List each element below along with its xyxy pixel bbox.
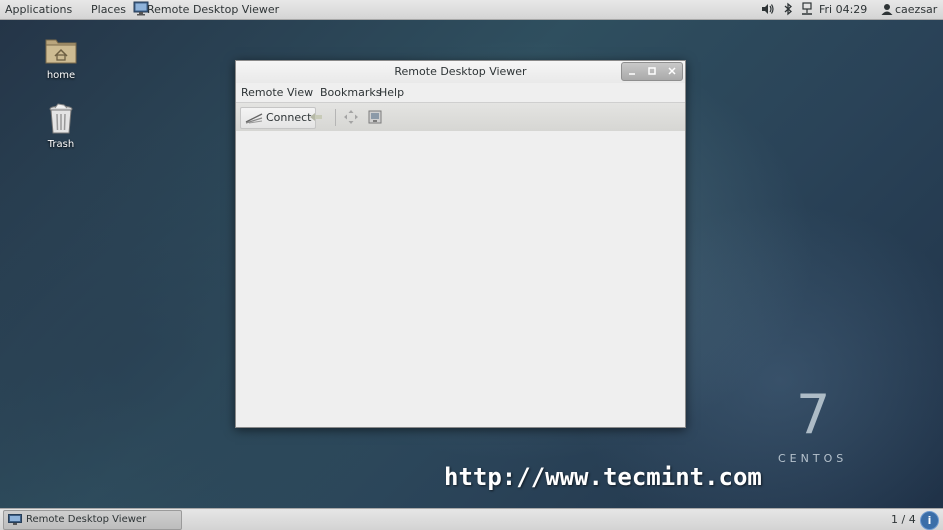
user-icon[interactable] bbox=[880, 2, 894, 16]
user-menu[interactable]: caezsar bbox=[895, 3, 937, 16]
menubar: Remote View Bookmarks Help bbox=[236, 83, 685, 102]
top-panel: Applications Places Remote Desktop Viewe… bbox=[0, 0, 943, 20]
desktop-icon-label: home bbox=[46, 70, 76, 81]
disconnect-icon[interactable] bbox=[308, 109, 324, 125]
workspace-indicator[interactable]: 1 / 4 bbox=[891, 513, 916, 526]
remote-desktop-app-icon bbox=[8, 514, 22, 525]
window-titlebar[interactable]: Remote Desktop Viewer bbox=[236, 61, 685, 83]
close-icon bbox=[668, 67, 676, 75]
minimize-icon bbox=[629, 73, 635, 75]
connect-label: Connect bbox=[266, 111, 312, 124]
menu-bookmarks[interactable]: Bookmarks bbox=[320, 86, 381, 99]
trash-icon bbox=[49, 103, 73, 134]
connect-button[interactable]: Connect bbox=[240, 107, 317, 129]
notification-button[interactable]: i bbox=[920, 511, 939, 530]
window-controls bbox=[621, 62, 683, 81]
desktop-icon-trash[interactable]: Trash bbox=[26, 103, 96, 150]
home-folder-icon bbox=[45, 39, 77, 64]
menu-help[interactable]: Help bbox=[379, 86, 404, 99]
menu-view[interactable]: View bbox=[287, 86, 313, 99]
maximize-button[interactable] bbox=[642, 63, 662, 80]
taskbar-item-label: Remote Desktop Viewer bbox=[26, 514, 147, 525]
desktop-icon-home[interactable]: home bbox=[26, 34, 96, 81]
centos-logo-text: CENTOS bbox=[778, 452, 848, 465]
toolbar-separator bbox=[335, 109, 336, 126]
network-icon[interactable] bbox=[800, 2, 814, 16]
menu-remote[interactable]: Remote bbox=[241, 86, 283, 99]
desktop-icon-label: Trash bbox=[47, 139, 75, 150]
desktop: Applications Places Remote Desktop Viewe… bbox=[0, 0, 943, 530]
connect-icon bbox=[245, 113, 263, 124]
centos-logo-number: 7 bbox=[796, 383, 831, 446]
remote-desktop-viewer-window[interactable]: Remote Desktop Viewer Remote View Bookma… bbox=[235, 60, 686, 428]
viewer-content-area bbox=[236, 131, 685, 427]
window-title: Remote Desktop Viewer bbox=[394, 65, 527, 78]
taskbar-item-remote-desktop-viewer[interactable]: Remote Desktop Viewer bbox=[3, 510, 182, 530]
maximize-icon bbox=[648, 67, 656, 75]
fullscreen-icon[interactable] bbox=[343, 109, 359, 125]
toolbar: Connect bbox=[236, 102, 685, 132]
applications-menu[interactable]: Applications bbox=[5, 3, 72, 16]
bottom-panel: Remote Desktop Viewer 1 / 4 i bbox=[0, 508, 943, 530]
screenshot-icon[interactable] bbox=[367, 109, 383, 125]
close-button[interactable] bbox=[662, 63, 682, 80]
watermark-url: http://www.tecmint.com bbox=[444, 463, 762, 491]
volume-icon[interactable] bbox=[761, 2, 775, 16]
clock[interactable]: Fri 04:29 bbox=[819, 3, 867, 16]
active-app-label[interactable]: Remote Desktop Viewer bbox=[147, 3, 279, 16]
minimize-button[interactable] bbox=[622, 63, 642, 80]
places-menu[interactable]: Places bbox=[91, 3, 126, 16]
bluetooth-icon[interactable] bbox=[781, 2, 795, 16]
